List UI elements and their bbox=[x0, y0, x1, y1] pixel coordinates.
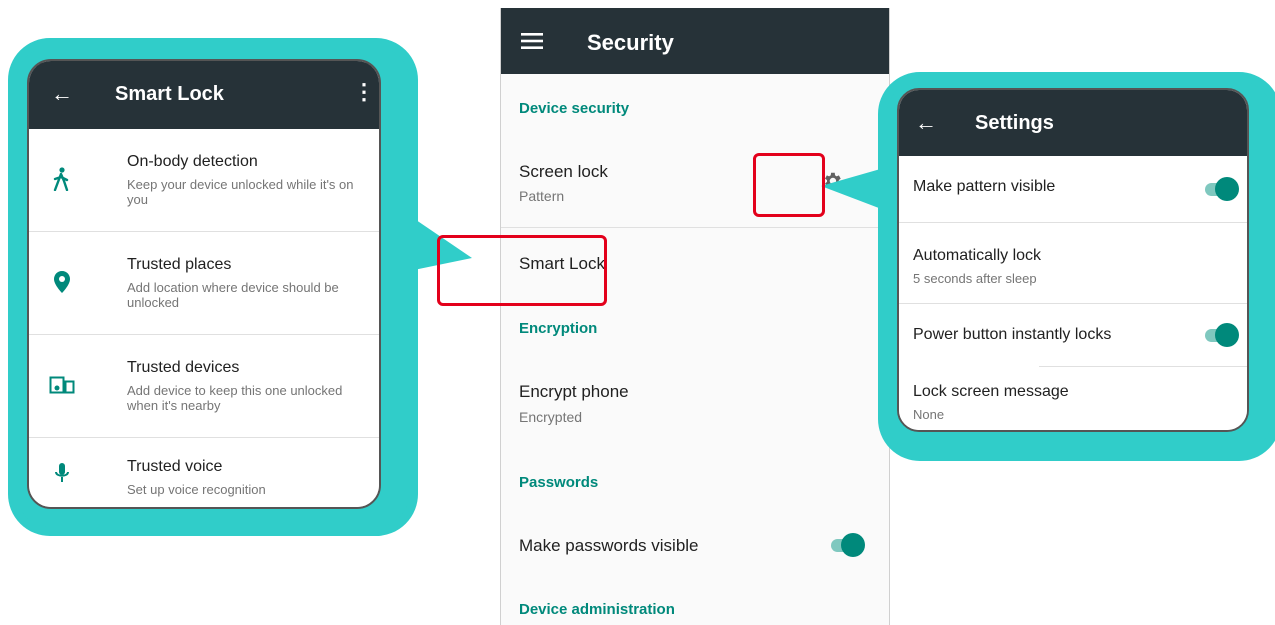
settings-toolbar: ← Settings bbox=[899, 90, 1247, 156]
passwords-visible-toggle[interactable] bbox=[827, 532, 865, 558]
item-subtitle: Keep your device unlocked while it's on … bbox=[127, 177, 354, 207]
pattern-visible-toggle[interactable] bbox=[1201, 176, 1239, 202]
section-encryption: Encryption bbox=[519, 320, 598, 337]
item-subtitle: None bbox=[913, 407, 945, 422]
item-title: Automatically lock bbox=[913, 247, 1042, 264]
location-pin-icon bbox=[54, 271, 70, 293]
security-screen: Security Device security Screen lock Pat… bbox=[500, 8, 890, 625]
list-item[interactable]: Trusted places Add location where device… bbox=[29, 232, 379, 334]
screen-lock-subtitle: Pattern bbox=[519, 188, 565, 204]
settings-callout: ← Settings Make pattern visible Automati… bbox=[878, 72, 1275, 461]
item-title: Power button instantly locks bbox=[913, 326, 1112, 343]
encrypt-phone-subtitle: Encrypted bbox=[519, 409, 583, 425]
devices-icon bbox=[49, 376, 75, 394]
walk-icon bbox=[53, 167, 69, 191]
page-title: Security bbox=[587, 30, 674, 55]
item-title: On-body detection bbox=[127, 153, 258, 170]
item-subtitle: Add device to keep this one unlocked whe… bbox=[127, 383, 343, 413]
list-item[interactable]: Make pattern visible bbox=[899, 156, 1247, 222]
smart-lock-toolbar: ← Smart Lock ⋮ bbox=[29, 61, 379, 129]
item-subtitle: Set up voice recognition bbox=[127, 482, 266, 497]
smart-lock-panel: ← Smart Lock ⋮ On-body detection Keep yo… bbox=[27, 59, 381, 509]
mic-icon bbox=[55, 463, 69, 482]
list-item[interactable]: Trusted devices Add device to keep this … bbox=[29, 335, 379, 437]
settings-panel-title: Settings bbox=[975, 112, 1054, 134]
list-item[interactable]: Power button instantly locks bbox=[899, 304, 1247, 366]
smart-lock-panel-title: Smart Lock bbox=[115, 83, 224, 105]
item-title: Trusted voice bbox=[127, 458, 223, 475]
menu-icon[interactable] bbox=[521, 32, 543, 50]
settings-panel: ← Settings Make pattern visible Automati… bbox=[897, 88, 1249, 432]
item-title: Make pattern visible bbox=[913, 178, 1056, 195]
make-passwords-visible-title: Make passwords visible bbox=[519, 536, 699, 555]
item-title: Lock screen message bbox=[913, 383, 1069, 400]
screen-lock-title: Screen lock bbox=[519, 162, 608, 181]
list-item[interactable]: On-body detection Keep your device unloc… bbox=[29, 129, 379, 231]
list-item[interactable]: Automatically lock 5 seconds after sleep bbox=[899, 223, 1247, 303]
back-arrow-icon[interactable]: ← bbox=[51, 81, 73, 107]
list-item[interactable]: Lock screen message None bbox=[899, 367, 1247, 430]
section-passwords: Passwords bbox=[519, 474, 599, 491]
power-button-lock-toggle[interactable] bbox=[1201, 322, 1239, 348]
list-item[interactable]: Trusted voice Set up voice recognition bbox=[29, 438, 379, 507]
smart-lock-highlight bbox=[437, 235, 607, 306]
section-device-security: Device security bbox=[519, 100, 630, 117]
item-title: Trusted places bbox=[127, 256, 232, 273]
gear-highlight bbox=[753, 153, 825, 217]
section-device-administration: Device administration bbox=[519, 601, 675, 618]
make-passwords-visible-item[interactable]: Make passwords visible bbox=[501, 518, 889, 572]
security-toolbar: Security bbox=[501, 8, 889, 74]
item-title: Trusted devices bbox=[127, 359, 240, 376]
back-arrow-icon[interactable]: ← bbox=[915, 110, 937, 136]
encrypt-phone-title: Encrypt phone bbox=[519, 382, 629, 401]
smart-lock-callout: ← Smart Lock ⋮ On-body detection Keep yo… bbox=[8, 38, 418, 536]
item-subtitle: Add location where device should be unlo… bbox=[127, 280, 339, 310]
more-options-icon[interactable]: ⋮ bbox=[353, 79, 375, 105]
encrypt-phone-item[interactable]: Encrypt phone Encrypted bbox=[501, 364, 889, 444]
item-subtitle: 5 seconds after sleep bbox=[913, 271, 1037, 286]
